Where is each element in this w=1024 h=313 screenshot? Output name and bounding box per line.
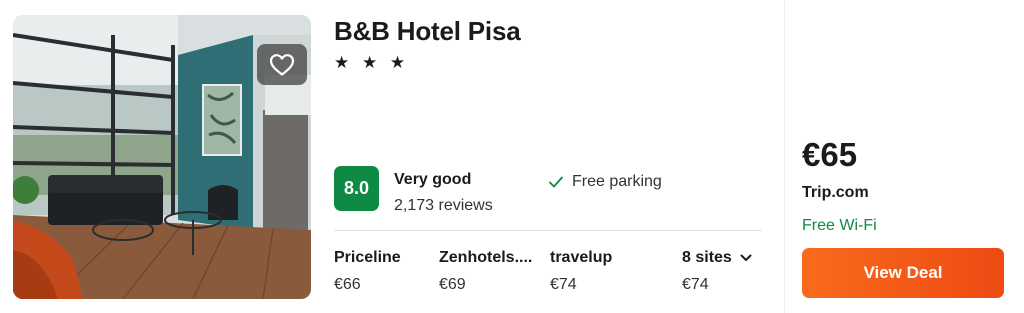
heart-icon	[269, 53, 295, 76]
provider-priceline[interactable]: Priceline €66	[334, 249, 401, 294]
provider-price: €74	[550, 276, 577, 293]
review-score-badge: 8.0	[334, 166, 379, 211]
provider-zenhotels[interactable]: Zenhotels.... €69	[439, 249, 532, 294]
provider-name: Priceline	[334, 249, 401, 266]
provider-name: Zenhotels....	[439, 249, 533, 266]
provider-price: €74	[682, 276, 709, 293]
hotel-result-card: B&B Hotel Pisa ★ ★ ★ 8.0 Very good 2,173…	[0, 0, 1024, 313]
amenity-free-parking: Free parking	[548, 173, 662, 191]
more-sites-label-row: 8 sites	[682, 249, 752, 267]
amenity-label: Free parking	[572, 173, 662, 190]
column-divider	[784, 0, 785, 313]
favorite-button[interactable]	[257, 44, 307, 85]
view-deal-button[interactable]: View Deal	[802, 248, 1004, 298]
check-icon	[549, 176, 563, 188]
provider-travelup[interactable]: travelup €74	[550, 249, 612, 294]
best-price: €65	[802, 136, 858, 173]
review-count[interactable]: 2,173 reviews	[394, 197, 493, 215]
provider-price: €66	[334, 276, 361, 293]
best-deal-perk: Free Wi-Fi	[802, 217, 877, 234]
divider	[334, 230, 762, 231]
star-rating: ★ ★ ★	[334, 53, 410, 72]
hotel-name[interactable]: B&B Hotel Pisa	[334, 16, 521, 47]
rating-label: Very good	[394, 171, 472, 188]
provider-name: travelup	[550, 249, 613, 266]
more-sites-label: 8 sites	[682, 249, 732, 266]
chevron-down-icon	[740, 254, 752, 261]
more-sites-dropdown[interactable]: 8 sites €74	[682, 249, 752, 294]
best-deal-site: Trip.com	[802, 184, 869, 201]
provider-price: €69	[439, 276, 466, 293]
hotel-photo[interactable]	[13, 15, 311, 299]
